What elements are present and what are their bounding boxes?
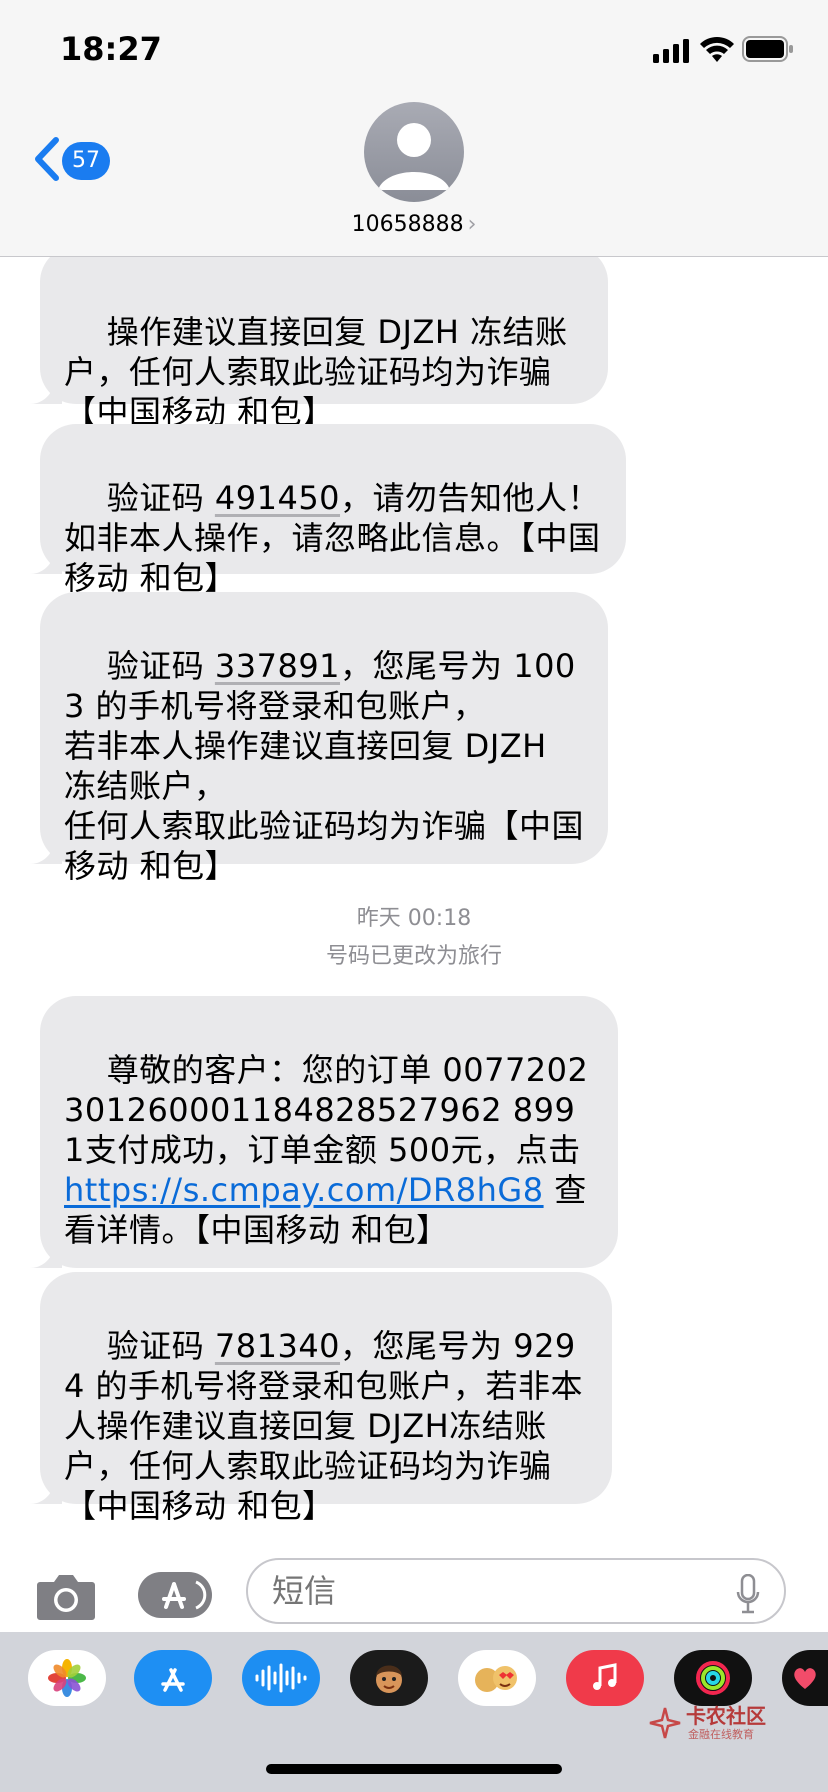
watermark-logo: 卡农社区 金融在线教育 [646,1700,766,1746]
digital-touch-icon[interactable] [782,1650,828,1706]
music-icon[interactable] [566,1650,644,1706]
status-time: 18:27 [60,30,162,68]
memoji-icon[interactable] [350,1650,428,1706]
microphone-icon[interactable] [736,1574,760,1614]
message-bubble[interactable]: 验证码 337891，您尾号为 1003 的手机号将登录和包账户， 若非本人操作… [30,592,608,885]
home-indicator[interactable] [266,1764,562,1774]
conversation-header: 18:27 57 10658888 › [0,0,828,257]
message-thread[interactable]: 操作建议直接回复 DJZH 冻结账户，任何人索取此验证码均为诈骗【中国移动 和包… [0,0,828,1792]
verification-code[interactable]: 337891 [215,647,340,685]
payment-link[interactable]: https://s.cmpay.com/DR8hG8 [64,1171,544,1209]
number-changed-note: 号码已更改为旅行 [325,944,502,969]
message-bubble[interactable]: 操作建议直接回复 DJZH 冻结账户，任何人索取此验证码均为诈骗【中国移动 和包… [30,246,608,431]
app-store-icon[interactable] [134,1650,212,1706]
timestamp: 昨天 00:18 [356,906,472,931]
contact-name[interactable]: 10658888 › [0,212,828,237]
signal-bars-icon [653,39,689,63]
bubble-tail [30,1478,62,1504]
photos-icon[interactable] [28,1650,106,1706]
chevron-left-icon[interactable] [32,136,62,182]
message-prefix: 验证码 [106,479,215,517]
message-bubble[interactable]: 尊敬的客户：您的订单 0077202301260001184828527962 … [30,996,618,1268]
message-prefix: 尊敬的客户：您的订单 0077202301260001184828527962 … [64,1051,592,1169]
bubble-tail [30,1242,62,1268]
watermark-subtitle: 金融在线教育 [688,1728,754,1741]
message-bubble[interactable]: 验证码 491450，请勿告知他人！如非本人操作，请忽略此信息。【中国移动 和包… [30,424,626,597]
app-store-icon[interactable] [138,1572,212,1618]
verification-code[interactable]: 781340 [215,1327,340,1365]
message-bubble[interactable]: 验证码 781340，您尾号为 9294 的手机号将登录和包账户，若非本人操作建… [30,1272,612,1525]
watermark-icon [649,1707,681,1739]
wifi-icon [700,36,734,62]
chevron-right-icon: › [467,212,477,237]
audio-message-icon[interactable] [242,1650,320,1706]
message-input[interactable] [246,1558,786,1624]
camera-icon[interactable] [36,1570,96,1622]
message-prefix: 验证码 [106,647,215,685]
person-avatar-icon[interactable] [364,102,464,202]
message-prefix: 验证码 [106,1327,215,1365]
verification-code[interactable]: 491450 [215,479,340,517]
compose-bar [0,1540,828,1640]
battery-icon [742,36,793,62]
bubble-tail [30,548,62,574]
bubble-tail [30,378,62,404]
watermark-title: 卡农社区 [686,1704,766,1728]
memoji-stickers-icon[interactable] [458,1650,536,1706]
unread-count-badge[interactable]: 57 [62,142,110,180]
bubble-tail [30,838,62,864]
activity-icon[interactable] [674,1650,752,1706]
message-text: 操作建议直接回复 DJZH 冻结账户，任何人索取此验证码均为诈骗【中国移动 和包… [64,313,568,431]
